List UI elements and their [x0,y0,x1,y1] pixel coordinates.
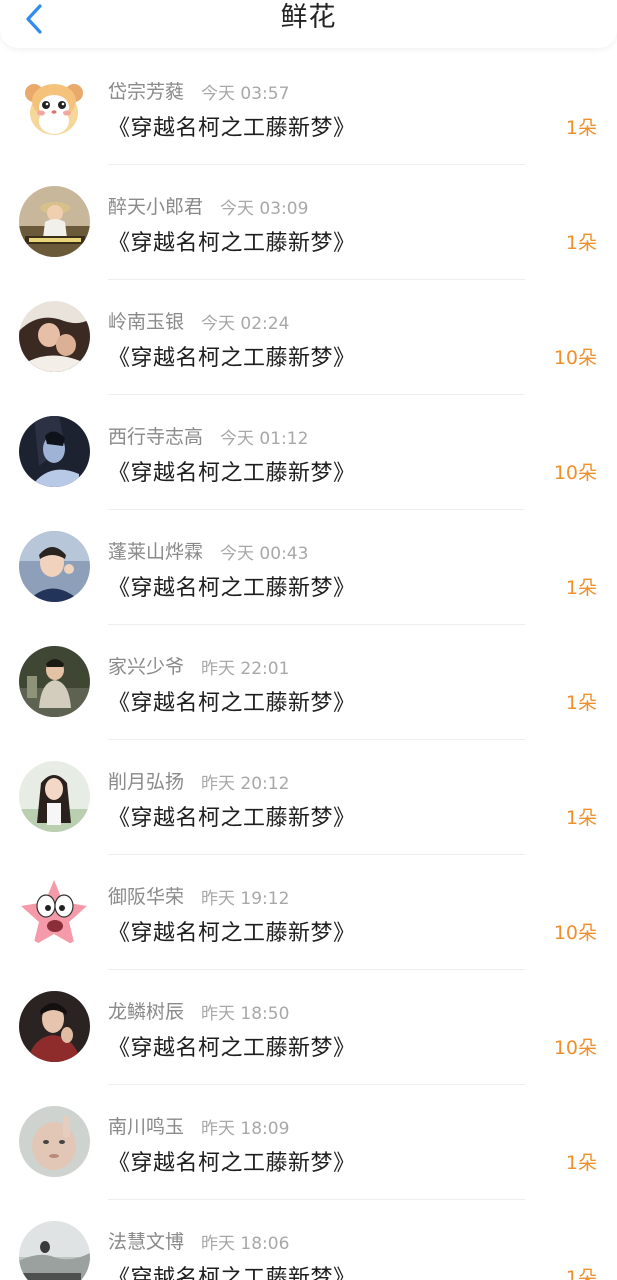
avatar[interactable] [19,991,90,1062]
user-name[interactable]: 蓬莱山烨霖 [108,537,203,564]
book-title[interactable]: 《穿越名柯之工藤新梦》 [108,800,356,832]
avatar[interactable] [19,531,90,602]
page-title: 鲜花 [280,2,337,33]
user-name[interactable]: 岭南玉银 [108,307,184,334]
timestamp: 昨天 22:01 [201,659,290,679]
book-title[interactable]: 《穿越名柯之工藤新梦》 [108,1145,356,1177]
list-item[interactable]: 御阪华荣 昨天 19:12 《穿越名柯之工藤新梦》 10朵 [0,855,617,970]
avatar[interactable] [19,186,90,257]
avatar[interactable] [19,71,90,142]
girl-long-hair-avatar [19,761,90,832]
flower-count: 1朵 [565,232,597,254]
list-item[interactable]: 家兴少爷 昨天 22:01 《穿越名柯之工藤新梦》 1朵 [0,625,617,740]
avatar[interactable] [19,416,90,487]
list-item[interactable]: 西行寺志高 今天 01:12 《穿越名柯之工藤新梦》 10朵 [0,395,617,510]
timestamp: 昨天 18:06 [201,1234,290,1254]
list-item[interactable]: 醉天小郎君 今天 03:09 《穿越名柯之工藤新梦》 1朵 [0,165,617,280]
user-name[interactable]: 西行寺志高 [108,422,203,449]
hamster-avatar [19,71,90,142]
user-name[interactable]: 法慧文博 [108,1227,184,1254]
sitting-man-avatar [19,646,90,717]
book-title[interactable]: 《穿越名柯之工藤新梦》 [108,455,356,487]
flower-count: 1朵 [565,807,597,829]
timestamp: 昨天 20:12 [201,774,290,794]
flower-count: 1朵 [565,577,597,599]
avatar[interactable] [19,761,90,832]
list-item[interactable]: 法慧文博 昨天 18:06 《穿越名柯之工藤新梦》 1朵 [0,1200,617,1280]
patrick-star-avatar [19,876,90,947]
list-item[interactable]: 龙鳞树辰 昨天 18:50 《穿越名柯之工藤新梦》 10朵 [0,970,617,1085]
avatar[interactable] [19,1106,90,1177]
baby-face-avatar [19,1106,90,1177]
list-item[interactable]: 削月弘扬 昨天 20:12 《穿越名柯之工藤新梦》 1朵 [0,740,617,855]
timestamp: 今天 03:57 [201,84,290,104]
user-name[interactable]: 家兴少爷 [108,652,184,679]
book-title[interactable]: 《穿越名柯之工藤新梦》 [108,1260,356,1280]
book-title[interactable]: 《穿越名柯之工藤新梦》 [108,225,356,257]
flower-count: 10朵 [553,347,597,369]
book-title[interactable]: 《穿越名柯之工藤新梦》 [108,915,356,947]
book-title[interactable]: 《穿越名柯之工藤新梦》 [108,685,356,717]
list-item[interactable]: 南川鸣玉 昨天 18:09 《穿越名柯之工藤新梦》 1朵 [0,1085,617,1200]
flower-count: 10朵 [553,1037,597,1059]
user-name[interactable]: 御阪华荣 [108,882,184,909]
flower-count: 10朵 [553,922,597,944]
girl-hat-avatar [19,186,90,257]
timestamp: 昨天 18:09 [201,1119,290,1139]
timestamp: 今天 00:43 [220,544,309,564]
list-item[interactable]: 岭南玉银 今天 02:24 《穿越名柯之工藤新梦》 10朵 [0,280,617,395]
user-name[interactable]: 醉天小郎君 [108,192,203,219]
timestamp: 今天 02:24 [201,314,290,334]
list-item[interactable]: 岱宗芳蕤 今天 03:57 《穿越名柯之工藤新梦》 1朵 [0,50,617,165]
dark-portrait-avatar [19,416,90,487]
timestamp: 昨天 18:50 [201,1004,290,1024]
user-name[interactable]: 岱宗芳蕤 [108,77,184,104]
user-name[interactable]: 龙鳞树辰 [108,997,184,1024]
landscape-avatar [19,1221,90,1280]
timestamp: 昨天 19:12 [201,889,290,909]
book-title[interactable]: 《穿越名柯之工藤新梦》 [108,110,356,142]
couple-avatar [19,301,90,372]
book-title[interactable]: 《穿越名柯之工藤新梦》 [108,1030,356,1062]
avatar[interactable] [19,301,90,372]
flower-count: 10朵 [553,462,597,484]
user-name[interactable]: 削月弘扬 [108,767,184,794]
avatar[interactable] [19,876,90,947]
book-title[interactable]: 《穿越名柯之工藤新梦》 [108,570,356,602]
timestamp: 今天 01:12 [220,429,309,449]
flower-count: 1朵 [565,692,597,714]
boy-avatar [19,531,90,602]
flower-record-list: 岱宗芳蕤 今天 03:57 《穿越名柯之工藤新梦》 1朵 醉天小郎君 今天 03:09 《穿… [0,50,617,1280]
flower-count: 1朵 [565,1267,597,1280]
user-name[interactable]: 南川鸣玉 [108,1112,184,1139]
list-item[interactable]: 蓬莱山烨霖 今天 00:43 《穿越名柯之工藤新梦》 1朵 [0,510,617,625]
man-red-avatar [19,991,90,1062]
book-title[interactable]: 《穿越名柯之工藤新梦》 [108,340,356,372]
app-root: 鲜花 岱宗芳蕤 今天 03:57 《穿越名柯之工藤新梦》 1朵 醉天小郎君 今天 03:0… [0,0,617,1280]
header-bar: 鲜花 [0,0,617,48]
flower-count: 1朵 [565,117,597,139]
avatar[interactable] [19,646,90,717]
timestamp: 今天 03:09 [220,199,309,219]
avatar[interactable] [19,1221,90,1280]
flower-count: 1朵 [565,1152,597,1174]
